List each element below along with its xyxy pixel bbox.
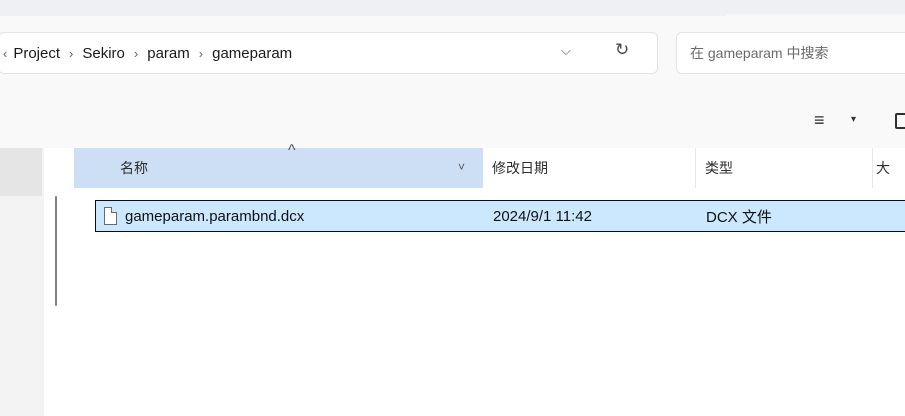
- breadcrumb-item-sekiro[interactable]: Sekiro: [82, 45, 125, 62]
- title-bar-strip: [0, 0, 905, 16]
- view-list-icon[interactable]: ≡: [814, 110, 825, 131]
- column-header-date-label: 修改日期: [492, 160, 548, 176]
- breadcrumb-separator-icon[interactable]: ›: [199, 46, 203, 61]
- column-header-row: 名称 ^ ˅ 修改日期 类型 大: [74, 142, 905, 188]
- breadcrumb-separator-icon[interactable]: ›: [69, 46, 73, 61]
- breadcrumb-item-gameparam[interactable]: gameparam: [212, 45, 292, 62]
- navigation-pane-edge: [44, 148, 74, 416]
- breadcrumb-overflow-icon[interactable]: ‹: [3, 46, 7, 61]
- search-input[interactable]: 在 gameparam 中搜索: [676, 32, 905, 74]
- file-icon: [104, 207, 117, 225]
- nav-selected-item[interactable]: [0, 148, 42, 196]
- address-bar[interactable]: ‹ Project › Sekiro › param › gameparam ⌵…: [0, 32, 658, 74]
- caret-down-icon[interactable]: ▾: [851, 114, 856, 125]
- column-header-size[interactable]: 大: [873, 148, 905, 188]
- column-filter-dropdown-icon[interactable]: ˅: [458, 160, 465, 174]
- breadcrumb-separator-icon[interactable]: ›: [134, 46, 138, 61]
- file-date: 2024/9/1 11:42: [493, 207, 592, 225]
- chevron-down-icon[interactable]: ⌵: [561, 43, 571, 59]
- address-bar-row: ‹ Project › Sekiro › param › gameparam ⌵…: [0, 16, 905, 100]
- breadcrumb-item-param[interactable]: param: [147, 45, 190, 62]
- command-bar: ≡ ▾: [0, 100, 905, 148]
- table-row[interactable]: gameparam.parambnd.dcx 2024/9/1 11:42 DC…: [95, 200, 905, 232]
- refresh-icon[interactable]: ↻: [615, 40, 629, 60]
- file-type: DCX 文件: [706, 208, 772, 226]
- navigation-scrollbar[interactable]: [55, 196, 57, 306]
- column-header-name-label: 名称: [120, 160, 148, 176]
- breadcrumb-item-project[interactable]: Project: [13, 45, 60, 62]
- details-pane-icon[interactable]: [895, 113, 905, 129]
- column-header-size-label: 大: [876, 160, 890, 176]
- file-list: 名称 ^ ˅ 修改日期 类型 大 gameparam.parambnd.dcx …: [74, 142, 905, 416]
- breadcrumb: ‹ Project › Sekiro › param › gameparam: [0, 45, 292, 62]
- column-header-type[interactable]: 类型: [696, 148, 873, 188]
- navigation-pane: [0, 148, 44, 416]
- sort-ascending-icon: ^: [288, 142, 296, 159]
- file-name: gameparam.parambnd.dcx: [125, 207, 305, 225]
- column-header-date[interactable]: 修改日期: [483, 148, 696, 188]
- column-header-type-label: 类型: [705, 160, 733, 176]
- column-header-name[interactable]: 名称 ^ ˅: [74, 142, 483, 188]
